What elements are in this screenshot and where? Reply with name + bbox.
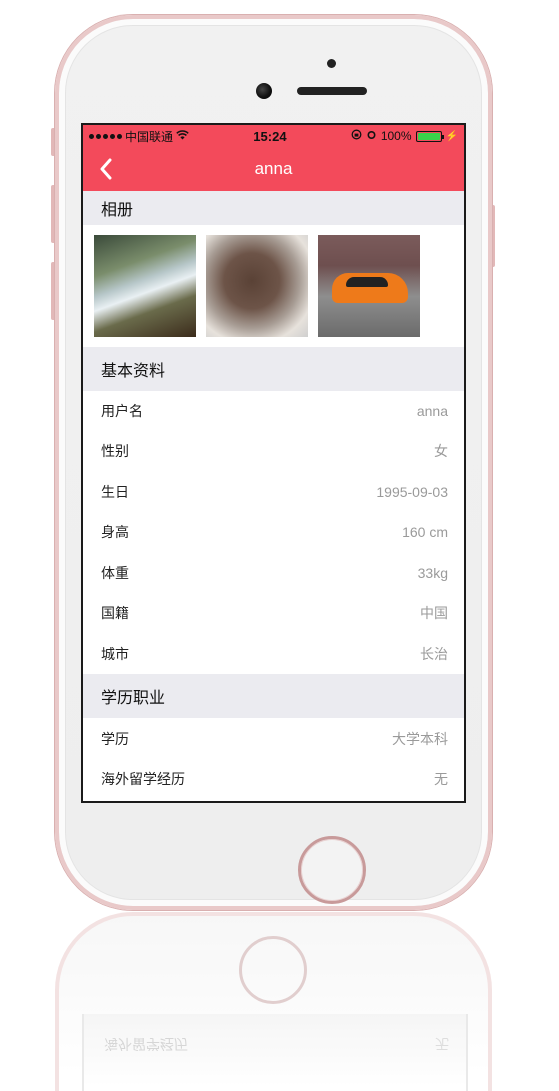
charging-icon: ⚡ xyxy=(445,130,458,142)
reflection-home-button xyxy=(239,936,307,1004)
row-label: 身高 xyxy=(101,525,129,541)
info-row-education[interactable]: 学历 大学本科 xyxy=(83,719,464,759)
car-shape xyxy=(332,273,408,303)
carrier-name: 中国联通 xyxy=(125,129,174,144)
education-header-label: 学历职业 xyxy=(101,688,166,707)
album-gallery xyxy=(83,225,464,347)
orange-sports-car-photo[interactable] xyxy=(318,235,420,337)
alarm-icon xyxy=(366,129,377,143)
reflection-row-label: 海外留学经历 xyxy=(104,1035,188,1051)
row-value: 33kg xyxy=(417,565,448,581)
status-time: 15:24 xyxy=(253,128,287,144)
album-section-header: 相册 xyxy=(83,191,464,225)
waterfall-photo[interactable] xyxy=(94,235,196,337)
page-title: anna xyxy=(254,159,293,178)
row-label: 学历 xyxy=(101,732,129,748)
reflection-row-value: 无 xyxy=(435,1035,449,1051)
row-value: 长治 xyxy=(420,646,448,662)
row-label: 海外留学经历 xyxy=(101,772,185,788)
rotation-lock-icon xyxy=(351,129,362,143)
info-row-city[interactable]: 城市 长治 xyxy=(83,634,464,674)
row-label: 生日 xyxy=(101,485,129,501)
row-value: 中国 xyxy=(420,605,448,621)
row-label: 性别 xyxy=(101,444,129,460)
album-header-label: 相册 xyxy=(101,200,134,219)
earpiece-speaker xyxy=(297,87,367,95)
proximity-sensor xyxy=(327,59,336,68)
battery-icon xyxy=(415,130,444,142)
wifi-icon xyxy=(176,129,189,143)
basic-info-header-label: 基本资料 xyxy=(101,361,166,380)
row-value: 无 xyxy=(434,771,448,787)
row-value: 1995-09-03 xyxy=(376,484,448,500)
back-button[interactable] xyxy=(93,155,119,183)
status-bar: 中国联通 15:24 100% ⚡ xyxy=(83,125,464,147)
row-value: 大学本科 xyxy=(392,731,448,747)
food-photo[interactable] xyxy=(206,235,308,337)
navigation-bar: anna xyxy=(83,147,464,191)
info-row-birthday[interactable]: 生日 1995-09-03 xyxy=(83,472,464,512)
app-screen: 中国联通 15:24 100% ⚡ anna 相册 基本资料 用户名 anna … xyxy=(81,123,466,803)
signal-strength-icon xyxy=(89,133,122,139)
row-label: 体重 xyxy=(101,566,129,582)
row-value: 女 xyxy=(434,443,448,459)
front-camera xyxy=(256,83,272,99)
info-row-weight[interactable]: 体重 33kg xyxy=(83,553,464,593)
row-label: 城市 xyxy=(101,647,129,663)
info-row-overseas-study[interactable]: 海外留学经历 无 xyxy=(83,759,464,799)
phone-reflection: 海外留学经历 无 xyxy=(55,912,492,1091)
education-section-header: 学历职业 xyxy=(83,674,464,718)
info-row-username[interactable]: 用户名 anna xyxy=(83,391,464,431)
chevron-left-icon xyxy=(100,158,112,180)
row-label: 国籍 xyxy=(101,606,129,622)
battery-percent: 100% xyxy=(380,129,412,143)
info-row-gender[interactable]: 性别 女 xyxy=(83,431,464,471)
row-value: anna xyxy=(416,403,448,419)
home-button[interactable] xyxy=(298,836,366,904)
row-value: 160 cm xyxy=(402,524,448,540)
info-row-height[interactable]: 身高 160 cm xyxy=(83,512,464,552)
info-row-nationality[interactable]: 国籍 中国 xyxy=(83,593,464,633)
basic-info-section-header: 基本资料 xyxy=(83,347,464,391)
row-label: 用户名 xyxy=(101,404,143,420)
